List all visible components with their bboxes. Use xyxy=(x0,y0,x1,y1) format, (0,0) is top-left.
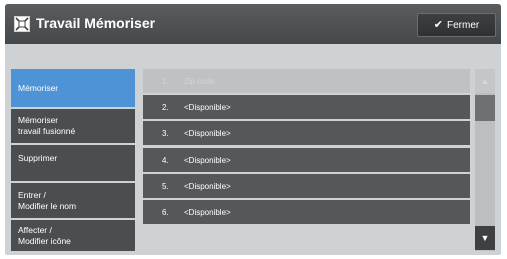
list-item[interactable]: 5. <Disponible> xyxy=(143,174,470,198)
list-item[interactable]: 3. <Disponible> xyxy=(143,121,470,145)
sidebar-item-memoriser[interactable]: Mémoriser xyxy=(11,69,135,107)
row-label: <Disponible> xyxy=(184,155,231,165)
list-item[interactable]: 2. <Disponible> xyxy=(143,95,470,119)
sidebar-item-label: Supprimer xyxy=(18,153,58,163)
row-label: <Disponible> xyxy=(184,102,231,112)
list-item[interactable]: 1. Zip code xyxy=(143,69,470,93)
row-number: 6. xyxy=(162,207,169,217)
sidebar-item-label: Mémoriser travail fusionné xyxy=(18,115,76,136)
close-button[interactable]: ✔ Fermer xyxy=(417,13,496,37)
row-label: Zip code xyxy=(184,76,215,86)
sidebar-item-modifier-nom[interactable]: Entrer / Modifier le nom xyxy=(11,183,135,218)
title-bar: Travail Mémoriser ✔ Fermer xyxy=(5,4,501,44)
list-item[interactable]: 6. <Disponible> xyxy=(143,200,470,224)
scroll-down-button[interactable]: ▼ xyxy=(475,226,495,250)
content-area: Mémoriser Mémoriser travail fusionné Sup… xyxy=(5,44,501,255)
row-number: 2. xyxy=(162,102,169,112)
job-memory-icon xyxy=(14,16,30,32)
checkmark-icon: ✔ xyxy=(433,18,443,31)
row-number: 4. xyxy=(162,155,169,165)
row-number: 3. xyxy=(162,128,169,138)
sidebar-item-label: Entrer / Modifier le nom xyxy=(18,189,77,211)
scrollbar[interactable]: ▲ ▼ xyxy=(475,69,495,251)
sidebar-item-label: Mémoriser xyxy=(18,82,59,93)
arrow-down-icon: ▼ xyxy=(480,233,490,243)
sidebar-item-supprimer[interactable]: Supprimer xyxy=(11,145,135,181)
row-label: <Disponible> xyxy=(184,207,231,217)
scrollbar-thumb[interactable] xyxy=(475,95,495,121)
row-label: <Disponible> xyxy=(184,181,231,191)
row-number: 1. xyxy=(162,76,169,86)
window-title: Travail Mémoriser xyxy=(36,15,156,31)
arrow-up-icon: ▲ xyxy=(480,76,490,86)
row-label: <Disponible> xyxy=(184,128,231,138)
close-button-label: Fermer xyxy=(446,19,480,31)
scroll-up-button[interactable]: ▲ xyxy=(475,69,495,93)
row-number: 5. xyxy=(162,181,169,191)
sidebar-item-label: Affecter / Modifier icône xyxy=(18,224,71,246)
sidebar-item-modifier-icone[interactable]: Affecter / Modifier icône xyxy=(11,220,135,251)
sidebar-item-memoriser-fusionne[interactable]: Mémoriser travail fusionné xyxy=(11,109,135,143)
list-item[interactable]: 4. <Disponible> xyxy=(143,148,470,172)
job-memory-dialog: Travail Mémoriser ✔ Fermer Mémoriser Mém… xyxy=(5,4,501,255)
